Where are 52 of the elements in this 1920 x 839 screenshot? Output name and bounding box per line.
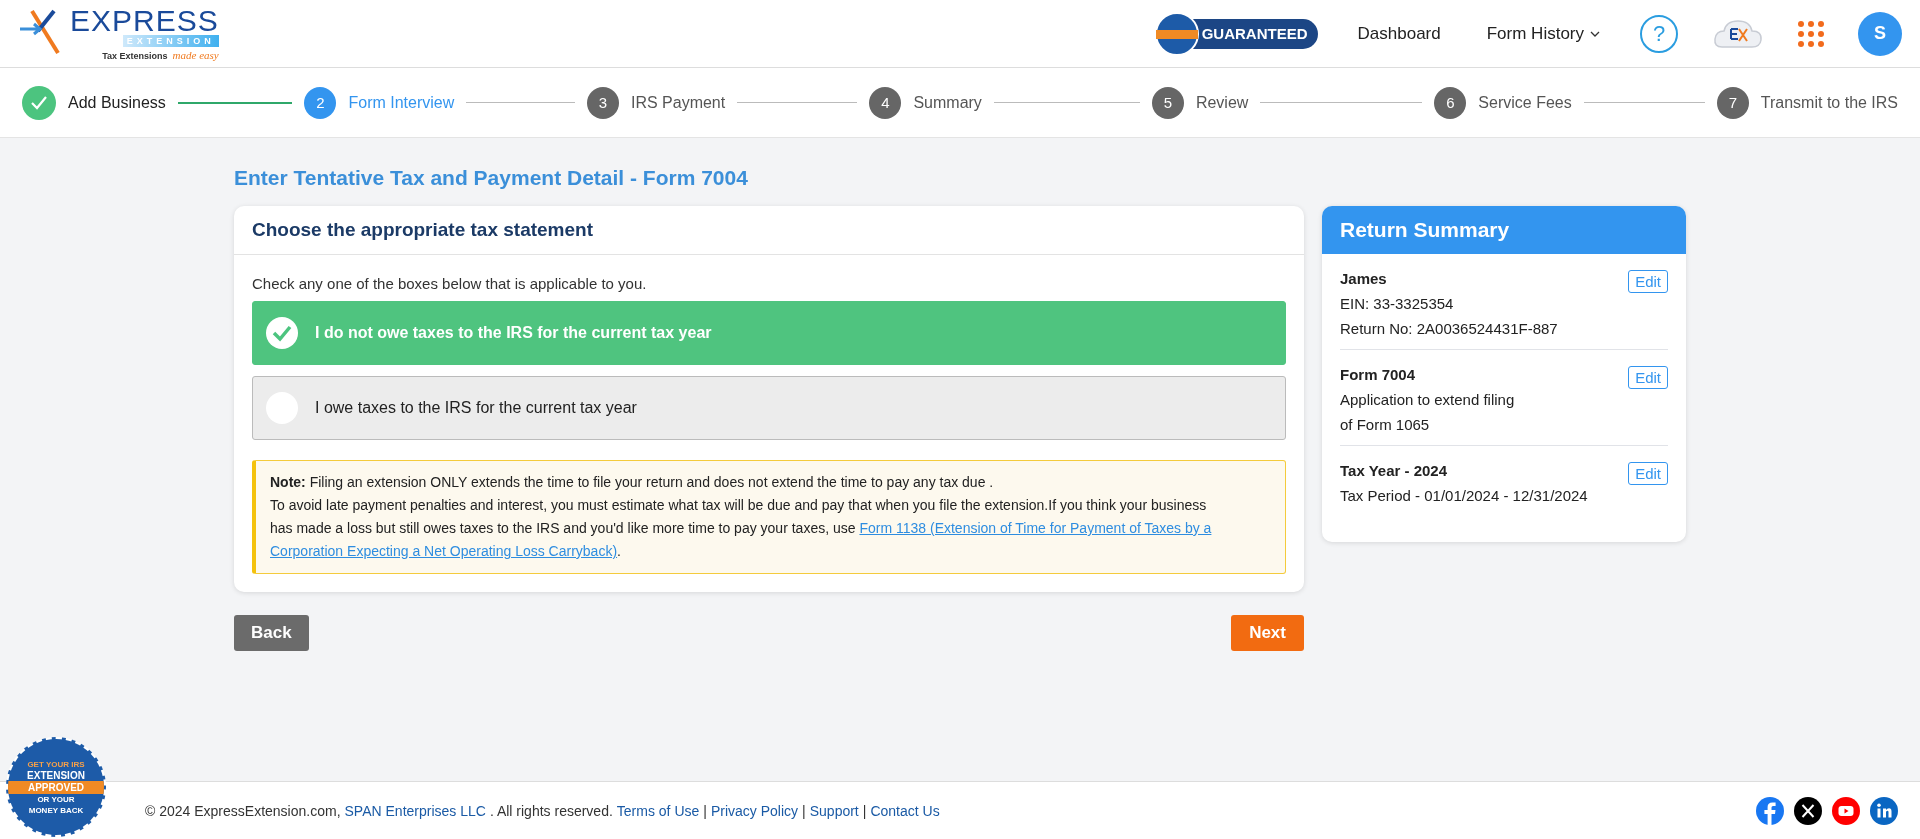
- footer-text: |: [703, 802, 707, 819]
- footer-text: . All rights reserved.: [489, 802, 613, 819]
- summary-text: Tax Period - 01/01/2024 - 12/31/2024: [1340, 487, 1588, 504]
- summary-heading: Tax Year - 2024: [1340, 462, 1449, 479]
- summary-title: Return Summary: [1322, 206, 1686, 254]
- step-number: 4: [869, 86, 902, 119]
- nav-link[interactable]: Form History: [1486, 23, 1600, 44]
- step-number: 7: [1716, 86, 1749, 119]
- footer-link[interactable]: Privacy Policy: [710, 802, 799, 819]
- footer-link[interactable]: Support: [809, 802, 859, 819]
- summary-text: of Form 1065: [1340, 416, 1431, 433]
- footer-text: |: [802, 802, 806, 819]
- apps-grid-icon[interactable]: [1798, 20, 1824, 47]
- footer-link[interactable]: SPAN Enterprises LLC: [344, 802, 486, 819]
- summary-text: Return No: 2A0036524431F-887: [1340, 320, 1558, 337]
- summary-heading: Form 7004: [1340, 366, 1417, 383]
- note-text: Note: Filing an extension ONLY extends the time to file your return and does not extend the time to pay any tax due . To avoid late payment penalties and interest, you must estimate what tax will be due and pay that when you file the extension.If you think your business has made a loss but still owes taxes to the IRS and you'd like more time to pay your taxes, use Form 1138 (Extension of Time for Payment of Taxes by a Corporation Expecting a Net Operating Loss Carryback).: [252, 460, 1286, 574]
- step-number: 6: [1434, 86, 1467, 119]
- step-label[interactable]: Transmit to the IRS: [1760, 93, 1899, 112]
- facebook-icon[interactable]: [1756, 796, 1784, 825]
- instruction-text: Check any one of the boxes below that is applicable to you.: [252, 275, 648, 292]
- logo-slogan: made easy: [172, 48, 219, 61]
- card-title: Choose the appropriate tax statement: [234, 206, 1304, 255]
- summary-text: Application to extend filing: [1340, 391, 1515, 408]
- logo-tagline: Tax Extensions: [102, 50, 168, 61]
- nav-link[interactable]: Dashboard: [1357, 23, 1441, 44]
- summary-text: EIN: 33-3325354: [1340, 295, 1455, 312]
- tax-option[interactable]: I owe taxes to the IRS for the current tax year: [252, 376, 1286, 440]
- logo-wordmark: EXPRESS: [69, 6, 219, 35]
- footer-text: |: [862, 802, 867, 819]
- step-label[interactable]: Review: [1195, 93, 1249, 112]
- page-title: Enter Tentative Tax and Payment Detail - Form 7004: [234, 166, 749, 190]
- step-number: 2: [304, 86, 337, 119]
- money-back-seal: GET YOUR IRS EXTENSION APPROVED OR YOUR MONEY BACK: [6, 737, 106, 837]
- step-number: 3: [586, 86, 619, 119]
- linkedin-icon[interactable]: [1870, 796, 1898, 825]
- step-number: 5: [1151, 86, 1184, 119]
- chevron-down-icon: [1590, 30, 1600, 37]
- logo-band: EXTENSION: [122, 34, 219, 47]
- x-icon[interactable]: [1794, 796, 1822, 825]
- check-circle-icon: [265, 316, 299, 350]
- step-label[interactable]: Service Fees: [1478, 93, 1572, 112]
- summary-heading: James: [1340, 270, 1388, 287]
- logo[interactable]: EXPRESS EXTENSION Tax Extensions made easy: [18, 6, 219, 61]
- step-label[interactable]: Add Business: [68, 93, 166, 112]
- footer-link[interactable]: Contact Us: [870, 802, 940, 819]
- back-button[interactable]: Back: [234, 615, 309, 651]
- step-label[interactable]: Summary: [913, 93, 982, 112]
- step-label[interactable]: IRS Payment: [630, 93, 726, 112]
- footer-text: © 2024 ExpressExtension.com,: [145, 802, 341, 819]
- footer-link[interactable]: Terms of Use: [616, 802, 700, 819]
- youtube-icon[interactable]: [1832, 796, 1860, 825]
